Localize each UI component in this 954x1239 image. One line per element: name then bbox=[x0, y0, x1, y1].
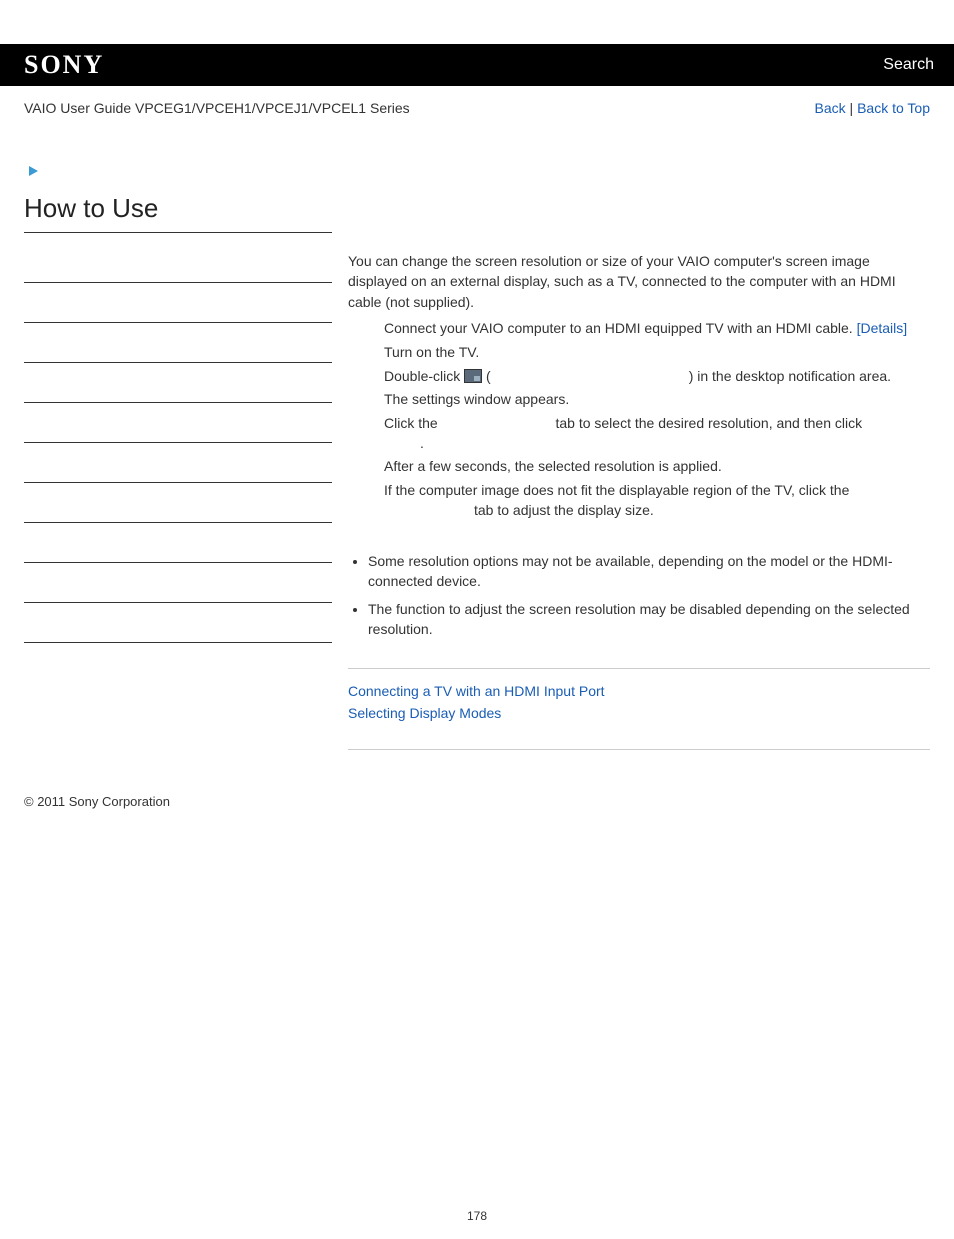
nav-item[interactable] bbox=[24, 341, 332, 363]
related-link[interactable]: Connecting a TV with an HDMI Input Port bbox=[348, 683, 930, 699]
step-text: Connect your VAIO computer to an HDMI eq… bbox=[384, 320, 857, 336]
step-text: . bbox=[420, 435, 424, 451]
step-text: tab to select the desired resolution, an… bbox=[552, 415, 863, 431]
nav-item[interactable] bbox=[24, 421, 332, 443]
notes-list: Some resolution options may not be avail… bbox=[368, 551, 930, 640]
page-body: How to Use You can change the screen res… bbox=[0, 124, 954, 764]
nav-item[interactable] bbox=[24, 581, 332, 603]
step-sub: The settings window appears. bbox=[384, 389, 930, 409]
step-text: ( bbox=[482, 368, 491, 384]
details-link[interactable]: [Details] bbox=[857, 320, 908, 336]
top-bar: SONY Search bbox=[0, 44, 954, 86]
step-4: Click the tab to select the desired reso… bbox=[384, 413, 930, 476]
page-number: 178 bbox=[0, 1209, 954, 1239]
note-item: Some resolution options may not be avail… bbox=[368, 551, 930, 592]
step-end: . bbox=[384, 433, 930, 453]
related-link[interactable]: Selecting Display Modes bbox=[348, 705, 930, 721]
divider bbox=[348, 668, 930, 669]
nav-item[interactable] bbox=[24, 261, 332, 283]
sub-header: VAIO User Guide VPCEG1/VPCEH1/VPCEJ1/VPC… bbox=[0, 86, 954, 124]
related-links: Connecting a TV with an HDMI Input Port … bbox=[348, 683, 930, 721]
step-sub: After a few seconds, the selected resolu… bbox=[384, 456, 930, 476]
left-column: How to Use bbox=[24, 193, 332, 764]
step-text: tab to adjust the display size. bbox=[474, 502, 654, 518]
content-column: You can change the screen resolution or … bbox=[348, 193, 930, 764]
step-line2: tab to adjust the display size. bbox=[474, 500, 930, 520]
note-item: The function to adjust the screen resolu… bbox=[368, 599, 930, 640]
section-title: How to Use bbox=[24, 193, 332, 233]
nav-links: Back | Back to Top bbox=[815, 100, 930, 116]
guide-title: VAIO User Guide VPCEG1/VPCEH1/VPCEJ1/VPC… bbox=[24, 100, 410, 116]
step-1: Connect your VAIO computer to an HDMI eq… bbox=[384, 318, 930, 338]
steps-list: Connect your VAIO computer to an HDMI eq… bbox=[384, 318, 930, 521]
search-link[interactable]: Search bbox=[883, 56, 934, 74]
nav-item[interactable] bbox=[24, 621, 332, 643]
divider bbox=[348, 749, 930, 750]
nav-item[interactable] bbox=[24, 461, 332, 483]
step-text: ) in the desktop notification area. bbox=[689, 368, 891, 384]
nav-item[interactable] bbox=[24, 381, 332, 403]
separator: | bbox=[846, 100, 857, 116]
step-2: Turn on the TV. bbox=[384, 342, 930, 362]
intro-text: You can change the screen resolution or … bbox=[348, 251, 930, 312]
step-5: If the computer image does not fit the d… bbox=[384, 480, 930, 521]
nav-item[interactable] bbox=[24, 541, 332, 563]
columns: How to Use You can change the screen res… bbox=[24, 193, 930, 764]
back-to-top-link[interactable]: Back to Top bbox=[857, 100, 930, 116]
step-text: If the computer image does not fit the d… bbox=[384, 482, 849, 498]
tray-icon bbox=[464, 369, 482, 383]
chevron-right-icon bbox=[28, 164, 44, 178]
nav-item[interactable] bbox=[24, 301, 332, 323]
nav-item[interactable] bbox=[24, 501, 332, 523]
step-text: Click the bbox=[384, 415, 442, 431]
back-link[interactable]: Back bbox=[815, 100, 846, 116]
step-3: Double-click ( ) in the desktop notificat… bbox=[384, 366, 930, 409]
footer: © 2011 Sony Corporation bbox=[0, 764, 954, 839]
sony-logo: SONY bbox=[24, 50, 104, 80]
copyright: © 2011 Sony Corporation bbox=[24, 794, 170, 809]
step-text: Double-click bbox=[384, 368, 464, 384]
